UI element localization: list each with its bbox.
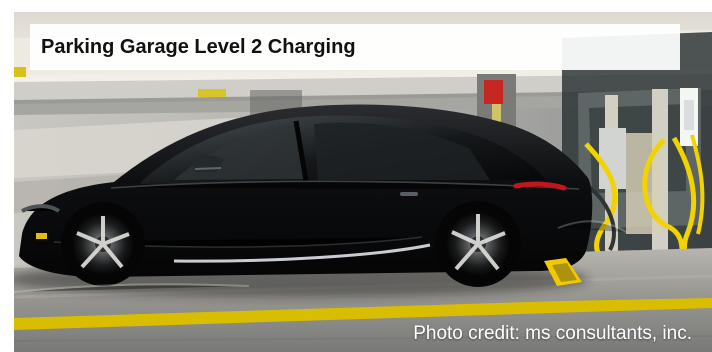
photo-card: Parking Garage Level 2 Charging Photo cr… (0, 0, 712, 352)
photo-title-banner: Parking Garage Level 2 Charging (30, 24, 680, 70)
photo-credit: Photo credit: ms consultants, inc. (413, 323, 692, 344)
photo-title: Parking Garage Level 2 Charging (41, 36, 356, 58)
